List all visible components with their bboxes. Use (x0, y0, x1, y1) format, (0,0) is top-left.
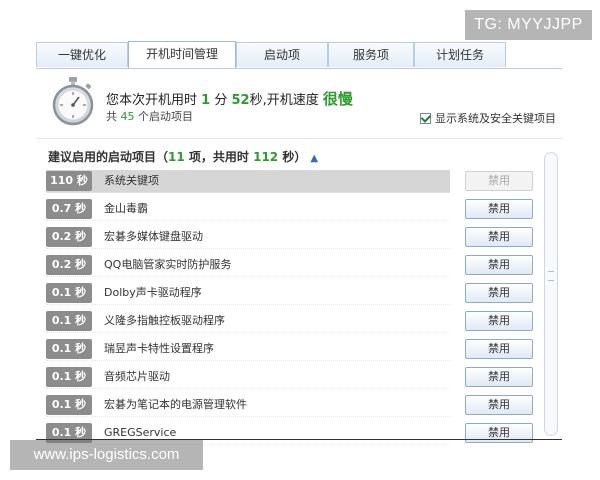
tab-bar: 一键优化 开机时间管理 启动项 服务项 计划任务 (36, 41, 562, 69)
startup-item-row: 0.1 秒瑞昱声卡特性设置程序 (46, 338, 450, 361)
startup-time-badge: 0.1 秒 (46, 367, 92, 387)
boot-minutes-unit: 分 (214, 93, 228, 108)
startup-item-name: Dolby声卡驱动程序 (104, 286, 202, 299)
startup-item-row: 0.7 秒金山毒霸 (46, 198, 450, 221)
section-prefix: 建议启用的启动项目（ (48, 150, 169, 164)
boot-speed-label: ,开机速度 (262, 93, 319, 108)
startup-item-row: 0.2 秒宏碁多媒体键盘驱动 (46, 226, 450, 249)
boot-speed-value: 很慢 (322, 90, 353, 108)
startup-item-name: 义隆多指触控板驱动程序 (104, 314, 225, 327)
boot-seconds: 52 (231, 93, 250, 108)
disable-button[interactable]: 禁用 (465, 339, 533, 359)
startup-time-badge: 0.1 秒 (46, 311, 92, 331)
boot-seconds-unit: 秒 (249, 93, 263, 108)
disable-button[interactable]: 禁用 (465, 395, 533, 415)
disable-button[interactable]: 禁用 (465, 423, 533, 443)
boot-time-summary: 您本次开机用时 1 分 52秒,开机速度 很慢 (106, 88, 353, 109)
disable-button[interactable]: 禁用 (465, 311, 533, 331)
startup-time-badge: 0.2 秒 (46, 227, 92, 247)
show-system-checkbox[interactable] (420, 112, 431, 124)
disable-button: 禁用 (465, 171, 533, 191)
startup-time-badge: 0.7 秒 (46, 199, 92, 219)
startup-time-badge: 110 秒 (46, 171, 92, 191)
show-system-items-toggle[interactable]: 显示系统及安全关键项目 (420, 110, 556, 126)
recommended-section-header[interactable]: 建议启用的启动项目（11 项，共用时 112 秒） ▲ (48, 148, 318, 165)
startup-item-row: 0.1 秒宏碁为笔记本的电源管理软件 (46, 394, 450, 417)
startup-item-name: 瑞昱声卡特性设置程序 (104, 342, 214, 355)
section-suffix: 秒） (282, 150, 307, 164)
scrollbar-grip[interactable] (548, 271, 554, 281)
tab-services[interactable]: 服务项 (328, 42, 414, 67)
startup-item-row: 110 秒系统关键项 (46, 170, 450, 193)
disable-button[interactable]: 禁用 (465, 199, 533, 219)
startup-item-name: 金山毒霸 (104, 202, 148, 215)
startup-item-name: 宏碁为笔记本的电源管理软件 (104, 398, 247, 411)
tab-one-click-optimize[interactable]: 一键优化 (36, 42, 128, 67)
startup-time-badge: 0.1 秒 (46, 339, 92, 359)
disable-button[interactable]: 禁用 (465, 283, 533, 303)
watermark-bottom: www.ips-logistics.com (10, 440, 203, 470)
startup-item-name: 宏碁多媒体键盘驱动 (104, 230, 203, 243)
startup-count-summary: 共 45 个启动项目 (106, 108, 193, 124)
tab-boot-time-manager[interactable]: 开机时间管理 (128, 41, 236, 68)
startup-time-badge: 0.1 秒 (46, 395, 92, 415)
startup-time-badge: 0.2 秒 (46, 255, 92, 275)
tab-scheduled-tasks[interactable]: 计划任务 (414, 42, 506, 67)
summary-divider (36, 138, 562, 139)
stopwatch-icon (52, 77, 94, 126)
boot-minutes: 1 (201, 93, 211, 108)
section-middle: 项，共用时 (188, 150, 249, 164)
section-count: 11 (168, 150, 185, 164)
startup-item-name: 系统关键项 (104, 174, 159, 187)
startup-item-row: 0.1 秒音频芯片驱动 (46, 366, 450, 389)
list-scrollbar[interactable] (544, 152, 558, 436)
startup-time-badge: 0.1 秒 (46, 283, 92, 303)
watermark-top: TG: MYYJJPP (465, 10, 592, 40)
startup-item-row: 0.1 秒义隆多指触控板驱动程序 (46, 310, 450, 333)
disable-button[interactable]: 禁用 (465, 367, 533, 387)
collapse-arrow-icon[interactable]: ▲ (310, 153, 318, 164)
boot-time-prefix: 您本次开机用时 (106, 93, 198, 108)
show-system-label: 显示系统及安全关键项目 (435, 112, 556, 125)
section-time: 112 (253, 150, 279, 164)
startup-item-name: 音频芯片驱动 (104, 370, 170, 383)
startup-count-prefix: 共 (106, 110, 117, 123)
startup-item-row: 0.1 秒 Dolby声卡驱动程序 (46, 282, 450, 305)
startup-count-suffix: 个启动项目 (138, 110, 193, 123)
startup-item-name: QQ电脑管家实时防护服务 (104, 258, 232, 271)
disable-button[interactable]: 禁用 (465, 255, 533, 275)
tab-startup-items[interactable]: 启动项 (236, 42, 328, 67)
startup-count: 45 (120, 110, 135, 123)
startup-item-row: 0.2 秒 QQ电脑管家实时防护服务 (46, 254, 450, 277)
disable-button[interactable]: 禁用 (465, 227, 533, 247)
